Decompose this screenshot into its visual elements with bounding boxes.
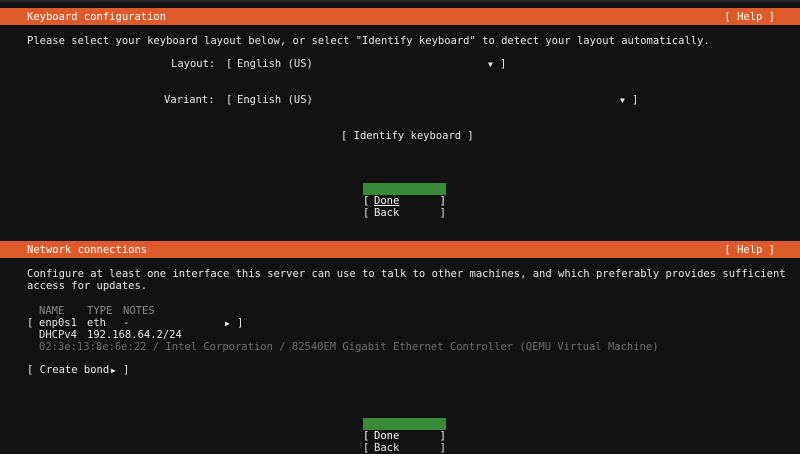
- submenu-arrow-icon: ▶: [225, 319, 230, 328]
- network-title: Network connections: [27, 244, 148, 256]
- variant-value: English (US): [237, 94, 313, 106]
- layout-label: Layout:: [171, 58, 216, 70]
- identify-keyboard-button[interactable]: [ Identify keyboard ]: [341, 130, 474, 142]
- interface-type: eth: [87, 317, 106, 329]
- col-notes-header: NOTES: [123, 305, 155, 317]
- network-back-button[interactable]: [Back]: [363, 430, 446, 454]
- network-help-button[interactable]: [ Help ]: [724, 244, 775, 256]
- dropdown-arrow-icon: ▼: [620, 96, 625, 105]
- variant-select[interactable]: [ English (US) ▼ ]: [226, 94, 638, 106]
- layout-value: English (US): [237, 58, 313, 70]
- network-intro-line2: access for updates.: [27, 280, 148, 292]
- keyboard-header: Keyboard configuration [ Help ]: [0, 8, 800, 25]
- interface-notes: -: [123, 317, 130, 329]
- interface-hardware-info: 02:3e:13:8e:6e:22 / Intel Corporation / …: [39, 341, 659, 353]
- back-label: Back: [374, 442, 400, 454]
- window-top-strip: [0, 0, 800, 2]
- dhcp-address: 192.168.64.2/24: [87, 329, 182, 341]
- network-header: Network connections [ Help ]: [0, 241, 800, 258]
- submenu-arrow-icon: ▶: [111, 366, 116, 375]
- layout-select[interactable]: [ English (US) ▼ ]: [226, 58, 506, 70]
- variant-label: Variant:: [164, 94, 215, 106]
- col-name-header: NAME: [39, 305, 65, 317]
- interface-row-enp0s1[interactable]: [ enp0s1 eth - ▶ ]: [27, 317, 243, 329]
- keyboard-help-button[interactable]: [ Help ]: [724, 11, 775, 23]
- keyboard-back-button[interactable]: [Back]: [363, 195, 446, 219]
- keyboard-intro: Please select your keyboard layout below…: [27, 35, 710, 47]
- dropdown-arrow-icon: ▼: [488, 60, 493, 69]
- keyboard-done-button[interactable]: [Done]: [363, 183, 446, 207]
- network-done-button[interactable]: [Done]: [363, 418, 446, 442]
- dhcp-label: DHCPv4: [39, 329, 77, 341]
- create-bond-label: [ Create bond: [27, 364, 116, 376]
- interface-name: enp0s1: [39, 317, 77, 329]
- col-type-header: TYPE: [87, 305, 113, 317]
- back-label: Back: [374, 207, 400, 219]
- network-intro-line1: Configure at least one interface this se…: [27, 268, 786, 280]
- create-bond-button[interactable]: [ Create bond ▶ ]: [27, 364, 137, 376]
- keyboard-title: Keyboard configuration: [27, 11, 167, 23]
